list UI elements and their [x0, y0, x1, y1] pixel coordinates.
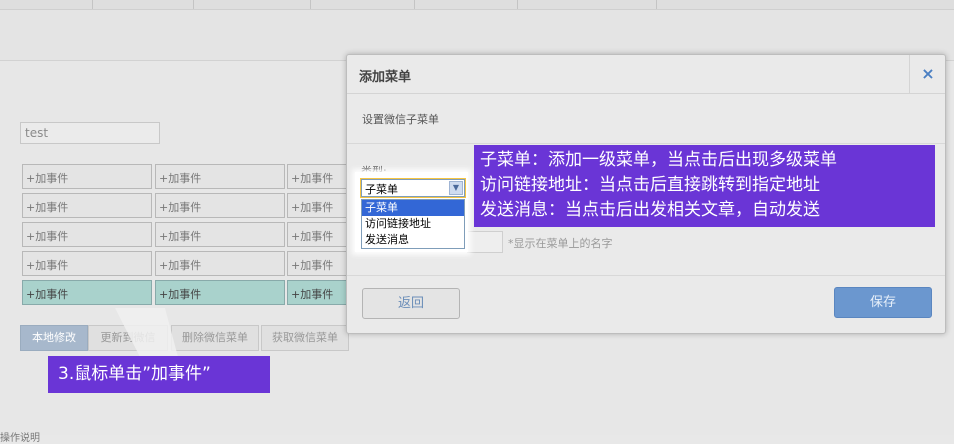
callout-line: 发送消息：当点击后出发相关文章，自动发送: [480, 200, 820, 220]
chevron-down-icon[interactable]: ▼: [449, 181, 463, 195]
callout-line: 访问链接地址：当点击后直接跳转到指定地址: [480, 175, 820, 195]
divider: [347, 143, 945, 144]
add-event-cell[interactable]: +加事件: [155, 164, 285, 189]
add-event-cell[interactable]: +加事件: [22, 193, 152, 218]
add-event-cell[interactable]: +加事件: [155, 222, 285, 247]
tab-separator: [193, 0, 194, 9]
type-dropdown-list: 子菜单 访问链接地址 发送消息: [361, 199, 465, 249]
close-icon[interactable]: ×: [909, 55, 946, 93]
menu-name-input[interactable]: test: [20, 122, 160, 144]
dialog-subtitle: 设置微信子菜单: [362, 113, 439, 126]
name-hint: *显示在菜单上的名字: [508, 237, 613, 250]
delete-wechat-menu-button[interactable]: 删除微信菜单: [171, 325, 259, 351]
callout-line: 子菜单：添加一级菜单，当点击后出现多级菜单: [480, 150, 837, 170]
top-tab-bar: [0, 0, 954, 10]
step-callout: 3.鼠标单击”加事件”: [48, 356, 270, 393]
update-to-wechat-button[interactable]: 更新到微信: [88, 325, 168, 351]
footer-help-text: 操作说明: [0, 433, 40, 444]
option-visit-link[interactable]: 访问链接地址: [362, 216, 464, 232]
type-explanation-callout: 子菜单：添加一级菜单，当点击后出现多级菜单 访问链接地址：当点击后直接跳转到指定…: [474, 145, 935, 227]
tab-separator: [310, 0, 311, 9]
add-event-cell-highlighted[interactable]: +加事件: [155, 280, 285, 305]
save-button[interactable]: 保存: [834, 287, 932, 318]
get-wechat-menu-button[interactable]: 获取微信菜单: [261, 325, 349, 351]
tab-separator: [414, 0, 415, 9]
option-submenu[interactable]: 子菜单: [362, 200, 464, 216]
add-event-cell-highlighted[interactable]: +加事件: [22, 280, 152, 305]
add-event-cell[interactable]: +加事件: [155, 251, 285, 276]
type-select[interactable]: 子菜单 ▼: [360, 178, 466, 198]
menu-label-input[interactable]: [467, 231, 503, 253]
add-event-cell[interactable]: +加事件: [22, 164, 152, 189]
dialog-header: 添加菜单 ×: [347, 55, 945, 94]
back-button[interactable]: 返回: [362, 288, 460, 319]
divider: [347, 275, 945, 276]
type-select-value: 子菜单: [365, 183, 398, 196]
add-event-cell[interactable]: +加事件: [22, 251, 152, 276]
option-send-message[interactable]: 发送消息: [362, 232, 464, 248]
tab-separator: [656, 0, 657, 9]
local-edit-button[interactable]: 本地修改: [20, 325, 88, 351]
add-event-cell[interactable]: +加事件: [22, 222, 152, 247]
tab-separator: [92, 0, 93, 9]
dialog-title: 添加菜单: [359, 70, 412, 85]
tab-separator: [517, 0, 518, 9]
add-event-cell[interactable]: +加事件: [155, 193, 285, 218]
